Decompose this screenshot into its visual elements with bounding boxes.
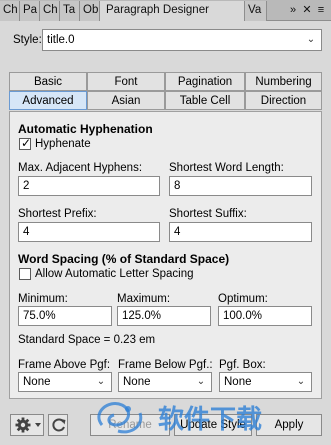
- settings-menu-button[interactable]: [10, 414, 44, 436]
- frame-above-select[interactable]: None ⌄: [18, 372, 112, 392]
- hyphenation-heading: Automatic Hyphenation: [18, 122, 153, 136]
- panel-tab-table[interactable]: Ta: [60, 1, 80, 21]
- panel-tab-character[interactable]: Ch: [0, 1, 20, 21]
- close-icon[interactable]: ✕: [301, 2, 313, 19]
- style-label: Style:: [13, 34, 42, 46]
- letter-spacing-label: Allow Automatic Letter Spacing: [35, 268, 194, 280]
- pgf-box-label: Pgf. Box:: [219, 359, 266, 371]
- panel-overflow-icon[interactable]: »: [286, 2, 300, 19]
- panel-tab-conditional[interactable]: Ch: [40, 1, 60, 21]
- frame-above-label: Frame Above Pgf:: [18, 359, 111, 371]
- tab-basic[interactable]: Basic: [9, 72, 87, 91]
- tab-direction[interactable]: Direction: [245, 91, 322, 110]
- shortest-prefix-label: Shortest Prefix:: [18, 208, 97, 220]
- optimum-label: Optimum:: [218, 293, 268, 305]
- tab-numbering[interactable]: Numbering: [245, 72, 322, 91]
- shortest-word-label: Shortest Word Length:: [169, 162, 284, 174]
- shortest-word-field[interactable]: 8: [169, 176, 312, 196]
- rename-button[interactable]: Rename: [90, 414, 170, 436]
- frame-below-label: Frame Below Pgf.:: [118, 359, 213, 371]
- letter-spacing-checkbox[interactable]: [19, 268, 31, 280]
- gear-icon: [15, 417, 41, 433]
- panel-menu-icon[interactable]: ≡: [314, 2, 328, 19]
- update-style-button[interactable]: Update Style: [174, 414, 252, 436]
- shortest-prefix-field[interactable]: 4: [18, 222, 160, 242]
- maximum-field[interactable]: 125.0%: [117, 306, 211, 326]
- refresh-button[interactable]: [48, 414, 68, 436]
- apply-button[interactable]: Apply: [256, 414, 322, 436]
- panel-tab-object[interactable]: Ob: [80, 1, 100, 21]
- shortest-suffix-label: Shortest Suffix:: [169, 208, 247, 220]
- style-value: title.0: [47, 34, 75, 46]
- refresh-icon: [52, 418, 66, 432]
- word-spacing-heading: Word Spacing (% of Standard Space): [18, 252, 230, 266]
- max-adjacent-field[interactable]: 2: [18, 176, 160, 196]
- panel-tab-paragraph[interactable]: Pa: [20, 1, 40, 21]
- tab-font[interactable]: Font: [87, 72, 165, 91]
- standard-space-text: Standard Space = 0.23 em: [18, 334, 156, 346]
- panel-tab-paragraph-designer[interactable]: Paragraph Designer: [100, 1, 245, 22]
- frame-below-value: None: [123, 376, 151, 388]
- checkmark-icon: ✓: [21, 136, 32, 150]
- frame-above-value: None: [23, 376, 51, 388]
- tab-advanced[interactable]: Advanced: [9, 91, 87, 110]
- maximum-label: Maximum:: [117, 293, 171, 305]
- frame-below-select[interactable]: None ⌄: [118, 372, 212, 392]
- panel-tab-strip: Ch Pa Ch Ta Ob Paragraph Designer Va » ✕…: [0, 0, 331, 22]
- tab-pagination[interactable]: Pagination: [165, 72, 245, 91]
- shortest-suffix-field[interactable]: 4: [169, 222, 312, 242]
- minimum-field[interactable]: 75.0%: [18, 306, 112, 326]
- style-select[interactable]: title.0 ⌄: [42, 29, 322, 51]
- pgf-box-select[interactable]: None ⌄: [219, 372, 312, 392]
- tab-asian[interactable]: Asian: [87, 91, 165, 110]
- minimum-label: Minimum:: [18, 293, 68, 305]
- optimum-field[interactable]: 100.0%: [218, 306, 312, 326]
- chevron-down-icon: ⌄: [306, 34, 316, 45]
- max-adjacent-label: Max. Adjacent Hyphens:: [18, 162, 143, 174]
- pgf-box-value: None: [224, 376, 252, 388]
- panel-tab-variables[interactable]: Va: [245, 1, 267, 21]
- chevron-down-icon: ⌄: [196, 376, 206, 387]
- chevron-down-icon: ⌄: [96, 376, 106, 387]
- chevron-down-icon: ⌄: [296, 376, 306, 387]
- hyphenate-checkbox[interactable]: ✓: [19, 136, 32, 150]
- tab-table-cell[interactable]: Table Cell: [165, 91, 245, 110]
- hyphenate-label: Hyphenate: [35, 138, 91, 150]
